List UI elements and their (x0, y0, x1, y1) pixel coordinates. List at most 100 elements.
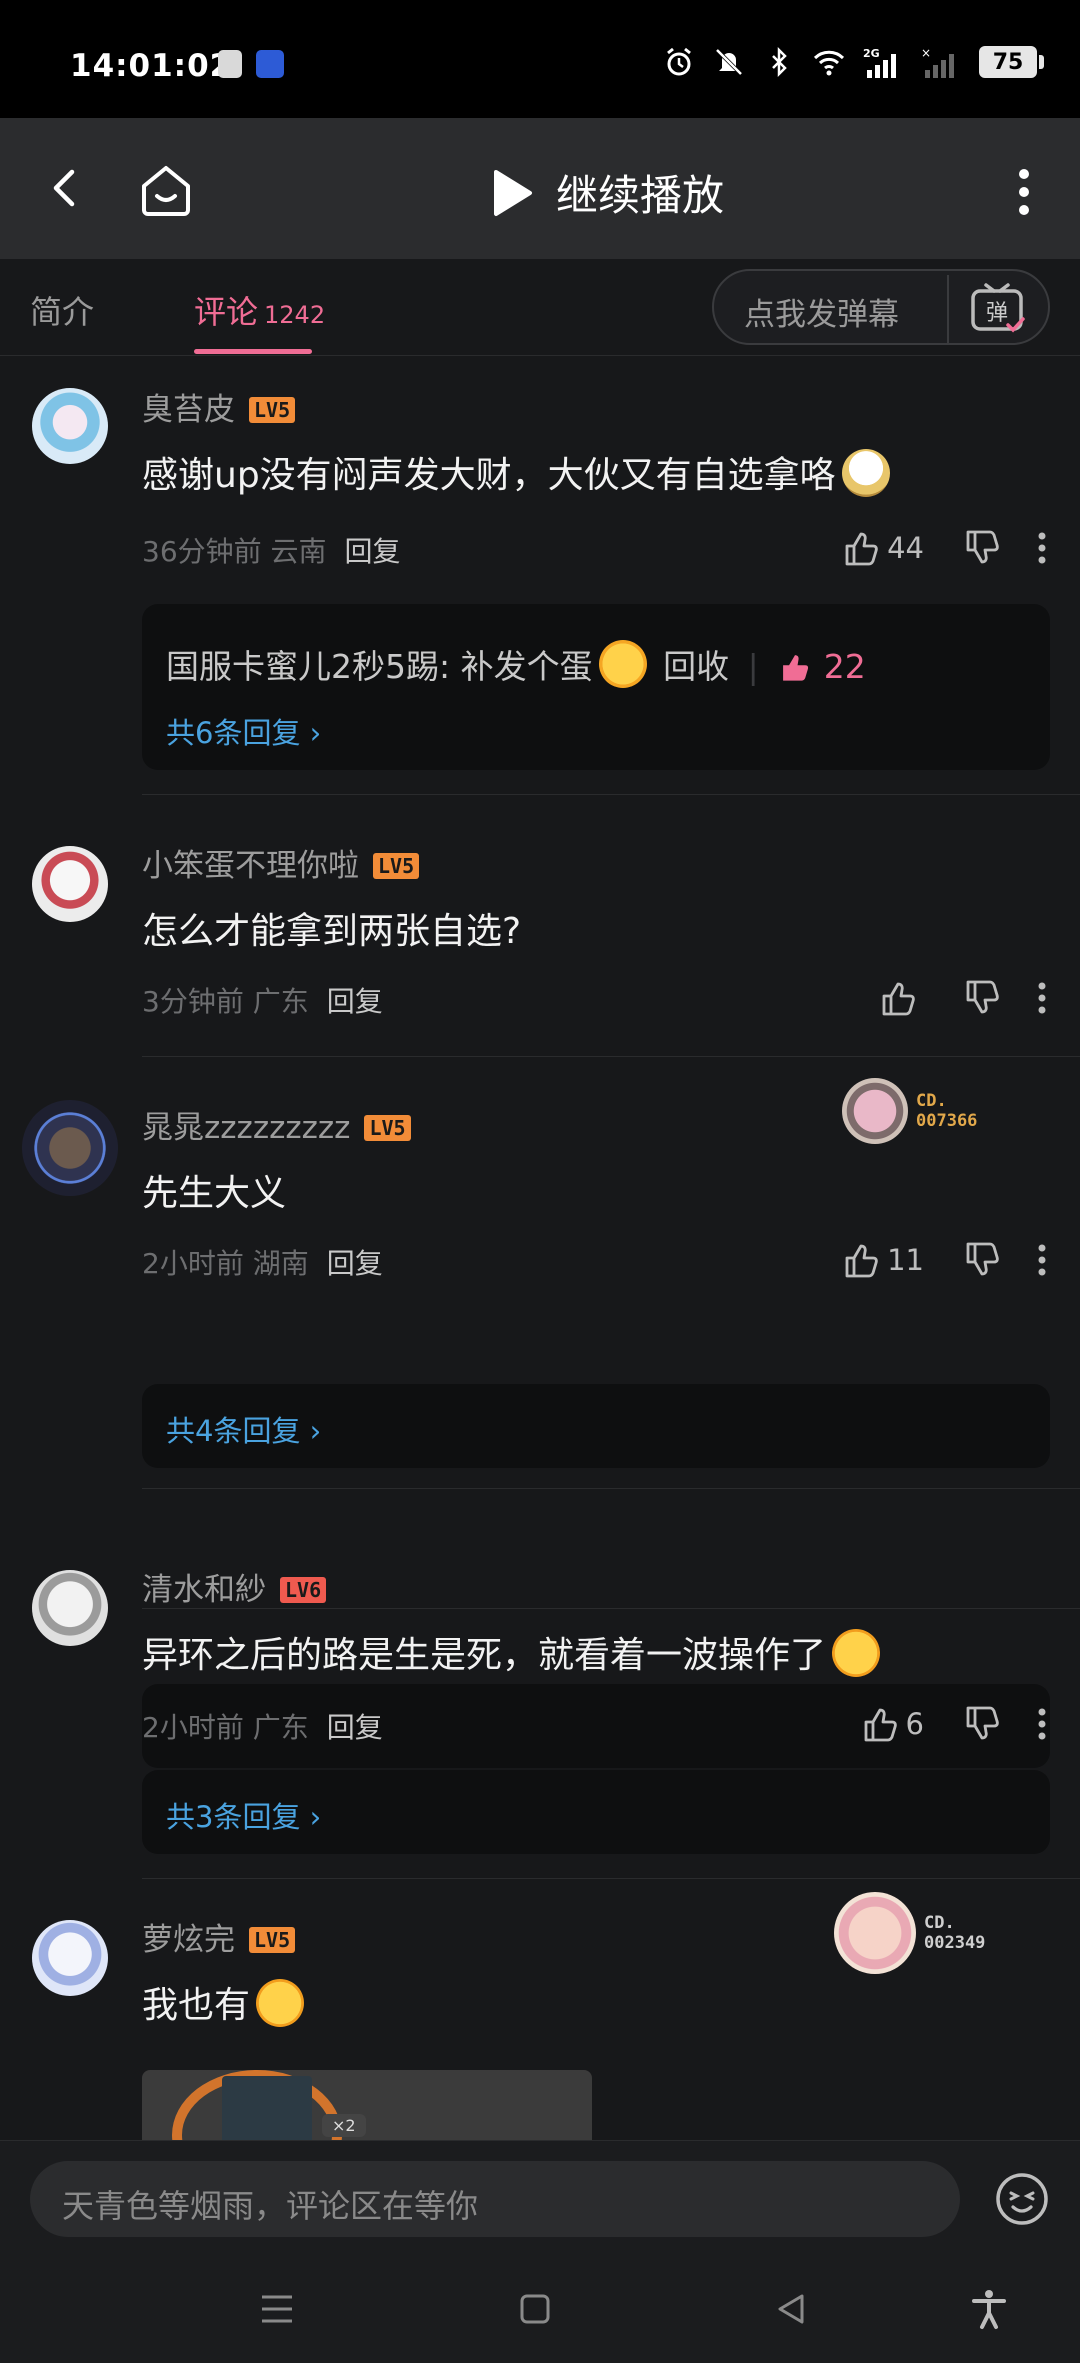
play-icon (494, 169, 532, 216)
sub-reply-text: 补发个蛋 (460, 647, 593, 686)
like-count: 11 (887, 1243, 924, 1277)
sub-reply: 国服卡蜜儿2秒5踢: 补发个蛋 回收 | 22 (166, 640, 866, 688)
like-button[interactable] (878, 978, 924, 1018)
signal-weak-icon: × (921, 46, 954, 78)
comment-time: 2小时前 湖南 (142, 1247, 309, 1280)
comment-text-content: 异环之后的路是生是死，就看着一波操作了 (142, 1635, 827, 1676)
comment-divider (142, 794, 1080, 795)
tab-intro[interactable]: 简介 (30, 287, 94, 333)
chevron-right-icon: › (309, 1800, 322, 1834)
comment-list: 臭苔皮 LV5 感谢up没有闷声发大财，大伙又有自选拿咯 36分钟前 云南 回复 4… (0, 356, 1080, 2140)
back-nav-icon[interactable] (770, 2288, 812, 2330)
wifi-icon (813, 50, 845, 76)
tab-comments-label: 评论 (194, 293, 259, 331)
like-button[interactable]: 6 (860, 1704, 924, 1744)
continue-play-button[interactable]: 继续播放 (490, 162, 724, 223)
avatar[interactable] (32, 388, 108, 464)
comment-username[interactable]: 小笨蛋不理你啦 LV5 (142, 840, 420, 885)
comment-more-icon[interactable] (1032, 528, 1052, 568)
notification-icons (218, 50, 284, 78)
danmaku-input[interactable]: 点我发弹幕 弹 (712, 269, 1050, 345)
image-count-tag: ×2 (322, 2114, 366, 2137)
view-more-replies-link[interactable]: 共3条回复 › (166, 1794, 321, 1836)
avatar[interactable] (32, 846, 108, 922)
home-icon[interactable] (134, 158, 198, 222)
tab-comments[interactable]: 评论 1242 (194, 287, 325, 333)
badge-prefix: CD. (924, 1913, 955, 1933)
comment-username[interactable]: 萝炫完 LV5 (142, 1914, 296, 1959)
reply-button[interactable]: 回复 (327, 985, 383, 1018)
comment-actions: 11 (841, 1240, 1052, 1280)
level-badge: LV5 (373, 853, 420, 879)
sub-reply-separator: | (747, 647, 759, 686)
reply-preview-box[interactable]: 共4条回复 › (142, 1384, 1050, 1468)
rice-bowl-emoji-icon (841, 449, 890, 497)
reply-button[interactable]: 回复 (327, 1711, 383, 1744)
thumbs-down-icon[interactable] (962, 1240, 1002, 1280)
thumbs-down-icon[interactable] (962, 1704, 1002, 1744)
comment-more-icon[interactable] (1032, 1704, 1052, 1744)
chevron-right-icon: › (309, 1414, 322, 1448)
menu-icon[interactable] (256, 2288, 298, 2330)
comment-image[interactable]: ×2 (142, 2070, 592, 2140)
thumbs-down-icon[interactable] (962, 528, 1002, 568)
like-button[interactable]: 11 (841, 1240, 924, 1280)
more-options-icon[interactable] (1004, 162, 1044, 222)
comment-input-placeholder: 天青色等烟雨，评论区在等你 (62, 2187, 479, 2225)
reply-button[interactable]: 回复 (345, 535, 401, 568)
avatar[interactable] (32, 1920, 108, 1996)
fan-badge-number: CD. 007366 (916, 1091, 977, 1131)
badge-prefix: CD. (916, 1091, 947, 1111)
username-text: 清水和紗 (142, 1572, 266, 1608)
username-text: 萝炫完 (142, 1922, 235, 1958)
sub-reply-action: 回收 (663, 647, 730, 686)
avatar[interactable] (32, 1570, 108, 1646)
status-bar: 14:01:02 2G × 75 (0, 0, 1080, 118)
comment-input-bar: 天青色等烟雨，评论区在等你 (0, 2140, 1080, 2252)
comment-username[interactable]: 臭苔皮 LV5 (142, 384, 296, 429)
reply-button[interactable]: 回复 (327, 1247, 383, 1280)
avatar-notification-icon (256, 50, 284, 78)
reply-preview-box[interactable]: 国服卡蜜儿2秒5踢: 补发个蛋 回收 | 22 共6条回复 › (142, 604, 1050, 770)
comment-meta: 36分钟前 云南 回复 (142, 530, 401, 570)
surprised-emoji-icon (598, 640, 647, 688)
svg-text:×: × (921, 46, 931, 60)
like-button[interactable]: 44 (841, 528, 924, 568)
comment-meta: 2小时前 广东 回复 (142, 1706, 383, 1746)
sub-reply-like-count: 22 (823, 647, 866, 686)
comment-text: 感谢up没有闷声发大财，大伙又有自选拿咯 (142, 446, 890, 498)
accessibility-icon[interactable] (968, 2288, 1010, 2330)
fan-badge[interactable]: CD. 007366 (842, 1078, 977, 1144)
thumbs-down-icon[interactable] (962, 978, 1002, 1018)
username-text: 晁晁zzzzzzzzz (142, 1110, 351, 1146)
like-count: 44 (887, 531, 924, 565)
comment-text-content: 我也有 (142, 1985, 251, 2026)
comment-text-content: 感谢up没有闷声发大财，大伙又有自选拿咯 (142, 455, 836, 496)
home-nav-icon[interactable] (514, 2288, 556, 2330)
reply-preview-box[interactable]: 共3条回复 › (142, 1770, 1050, 1854)
smirk-emoji-icon (256, 1979, 305, 2027)
thumbs-up-icon (882, 982, 915, 1016)
system-nav-bar (0, 2252, 1080, 2363)
comment-username[interactable]: 清水和紗 LV6 (142, 1564, 327, 1609)
signal-2g-icon: 2G (863, 47, 896, 78)
avatar[interactable] (22, 1100, 118, 1196)
mute-icon (715, 48, 743, 76)
badge-number: 002349 (924, 1933, 986, 1953)
comment-more-icon[interactable] (1032, 978, 1052, 1018)
username-text: 臭苔皮 (142, 392, 235, 428)
view-more-replies-link[interactable]: 共6条回复 › (166, 710, 321, 752)
comment-more-icon[interactable] (1032, 1240, 1052, 1280)
comment-username[interactable]: 晁晁zzzzzzzzz LV5 (142, 1102, 411, 1147)
back-icon[interactable] (36, 158, 96, 218)
danmaku-toggle-icon[interactable]: 弹 (968, 281, 1028, 337)
comment-actions: 44 (841, 528, 1052, 568)
emoji-picker-icon[interactable] (994, 2171, 1050, 2227)
comment-input[interactable]: 天青色等烟雨，评论区在等你 (30, 2161, 960, 2237)
sub-reply-user[interactable]: 国服卡蜜儿2秒5踢 (166, 647, 439, 686)
username-text: 小笨蛋不理你啦 (142, 848, 359, 884)
more-replies-text: 共6条回复 (166, 716, 301, 750)
smirk-emoji-icon (832, 1629, 881, 1677)
view-more-replies-link[interactable]: 共4条回复 › (166, 1408, 321, 1450)
fan-badge[interactable]: CD. 002349 (834, 1892, 985, 1974)
